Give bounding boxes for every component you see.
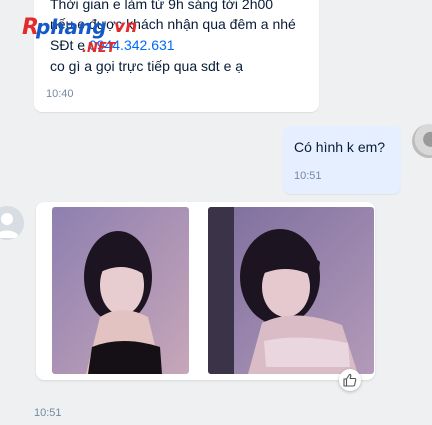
like-reaction-button[interactable] bbox=[339, 369, 361, 391]
contact-avatar[interactable] bbox=[0, 206, 24, 240]
photo-thumbnail-2[interactable] bbox=[208, 207, 374, 374]
incoming-message-time: 10:40 bbox=[46, 88, 74, 100]
photo-message-time: 10:51 bbox=[34, 407, 62, 419]
photo-2-image bbox=[208, 207, 374, 374]
outgoing-message-text: Có hình k em? bbox=[294, 139, 386, 155]
svg-text:phang: phang bbox=[35, 15, 107, 39]
svg-text:.NET: .NET bbox=[82, 41, 117, 56]
photo-1-image bbox=[52, 207, 189, 374]
user-avatar[interactable] bbox=[412, 124, 432, 158]
outgoing-message-bubble[interactable] bbox=[283, 126, 401, 194]
outgoing-message-time: 10:51 bbox=[294, 170, 322, 182]
watermark-logo: R phang vn .NET bbox=[22, 15, 137, 56]
photo-thumbnail-1[interactable] bbox=[52, 207, 189, 374]
svg-text:vn: vn bbox=[114, 17, 137, 37]
thumbs-up-icon bbox=[343, 373, 357, 387]
person-icon bbox=[0, 213, 19, 238]
message-line-4: co gì a gọi trực tiếp qua sdt e ạ bbox=[50, 58, 244, 74]
